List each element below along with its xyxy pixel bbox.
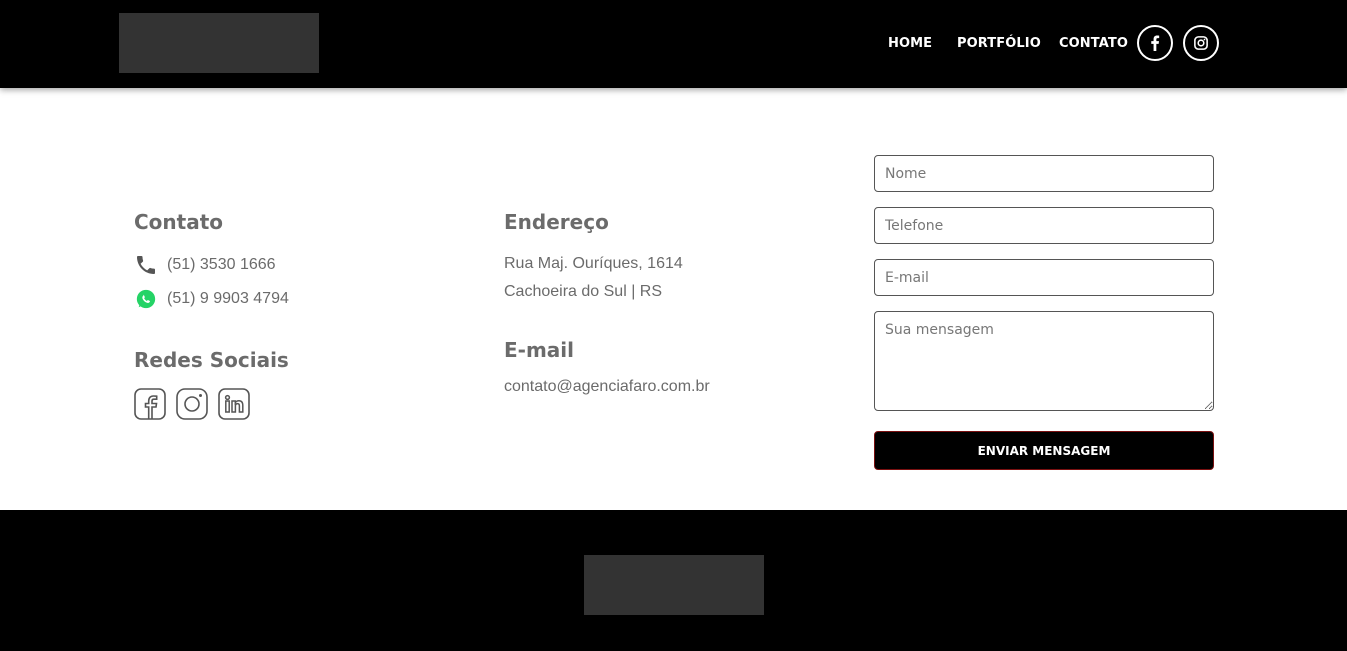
- site-footer: [0, 510, 1347, 651]
- phone-icon: [134, 253, 158, 277]
- facebook-icon: [1151, 35, 1160, 51]
- site-header: HOME PORTFÓLIO CONTATO: [0, 0, 1347, 88]
- phone-number: (51) 3530 1666: [167, 256, 276, 273]
- facebook-icon: [134, 388, 166, 420]
- phone-row: (51) 3530 1666: [134, 253, 276, 277]
- nav-contato[interactable]: CONTATO: [1059, 36, 1128, 51]
- email-heading: E-mail: [504, 338, 575, 362]
- instagram-link[interactable]: [176, 388, 208, 420]
- nav-portfolio[interactable]: PORTFÓLIO: [957, 36, 1041, 51]
- message-textarea[interactable]: [874, 311, 1214, 411]
- address-line-2: Cachoeira do Sul | RS: [504, 283, 663, 300]
- email-input[interactable]: [874, 259, 1214, 296]
- linkedin-icon: [218, 388, 250, 420]
- instagram-icon: [1194, 36, 1208, 50]
- email-address[interactable]: contato@agenciafaro.com.br: [504, 378, 710, 396]
- endereco-heading: Endereço: [504, 210, 609, 234]
- send-message-button[interactable]: ENVIAR MENSAGEM: [874, 431, 1214, 470]
- footer-logo: [584, 555, 764, 615]
- header-instagram-button[interactable]: [1183, 25, 1219, 61]
- whatsapp-row: (51) 9 9903 4794: [134, 287, 289, 311]
- whatsapp-icon: [134, 287, 158, 311]
- redes-sociais-heading: Redes Sociais: [134, 348, 289, 372]
- contato-heading: Contato: [134, 210, 224, 234]
- whatsapp-number: (51) 9 9903 4794: [167, 290, 289, 307]
- header-facebook-button[interactable]: [1137, 25, 1173, 61]
- address-line-1: Rua Maj. Ouríques, 1614: [504, 255, 683, 272]
- logo[interactable]: [119, 13, 319, 73]
- linkedin-link[interactable]: [218, 388, 250, 420]
- phone-input[interactable]: [874, 207, 1214, 244]
- nav-home[interactable]: HOME: [888, 36, 932, 51]
- name-input[interactable]: [874, 155, 1214, 192]
- facebook-link[interactable]: [134, 388, 166, 420]
- instagram-icon: [176, 388, 208, 420]
